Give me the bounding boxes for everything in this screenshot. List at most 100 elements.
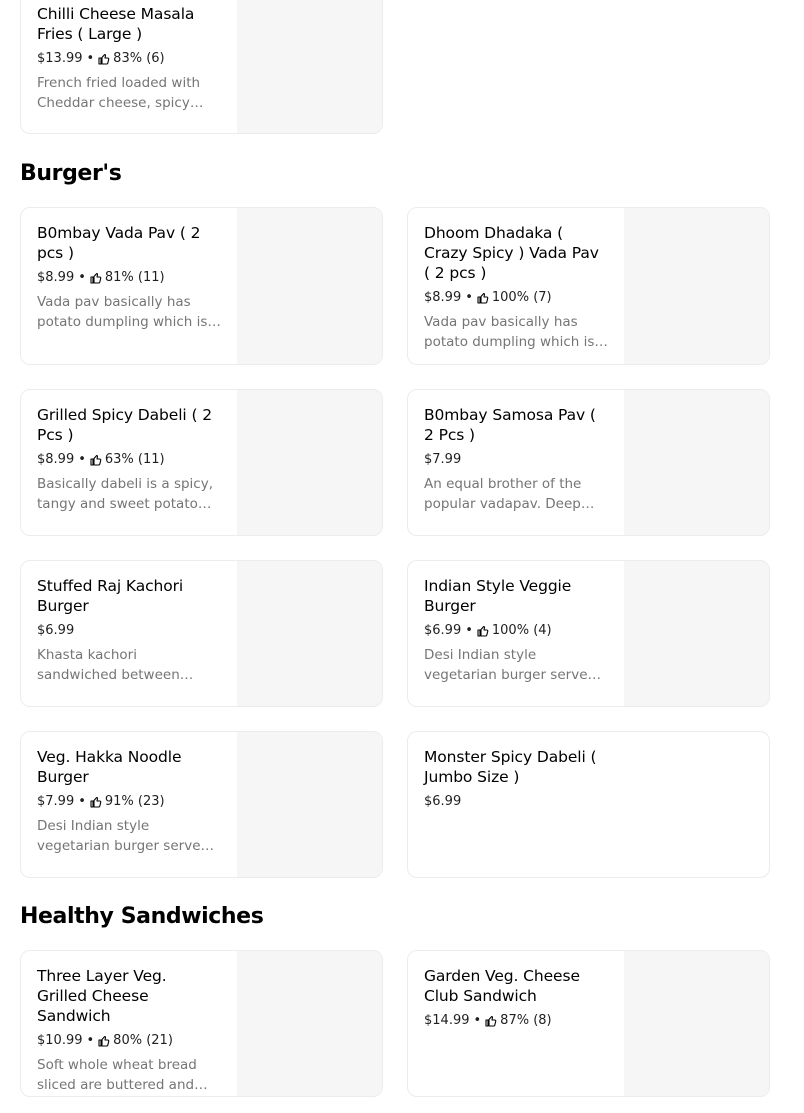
menu-item-price: $10.99 [37,1033,83,1048]
menu-item-name: Grilled Spicy Dabeli ( 2 Pcs ) [37,406,212,444]
menu-item-price: $6.99 [37,623,75,638]
menu-item-price: $7.99 [37,794,75,809]
menu-item-card[interactable]: Indian Style Veggie Burger $6.99 • 100% … [407,560,770,707]
menu-item-meta: $6.99 • 100% (4) [424,621,608,641]
menu-item-price: $6.99 [424,794,462,809]
menu-item-price: $8.99 [424,290,462,305]
menu-item-name: Three Layer Veg. Grilled Cheese Sandwich [37,967,167,1025]
menu-item-name: Chilli Cheese Masala Fries ( Large ) [37,5,195,43]
menu-item-rating: 91% (23) [104,794,165,809]
thumbs-up-icon [90,272,102,284]
menu-item-description: Khasta kachori sandwiched between Burger… [37,647,180,683]
separator-dot: • [78,452,86,467]
menu-item-meta: $8.99 • 100% (7) [424,288,608,308]
menu-item-name: Garden Veg. Cheese Club Sandwich [424,967,580,1005]
menu-item-rating: 100% (4) [491,623,552,638]
menu-item-description: Vada pav basically has potato dumpling w… [37,294,208,330]
thumbs-up-icon [477,625,489,637]
menu-item-meta: $8.99 • 63% (11) [37,450,221,470]
menu-item-meta: $7.99 [424,450,608,470]
thumbs-up-icon [477,292,489,304]
menu-item-description: Basically dabeli is a spicy, tangy and s… [37,476,214,512]
menu-item-card[interactable]: Three Layer Veg. Grilled Cheese Sandwich… [20,950,383,1097]
menu-item-image [624,390,769,535]
menu-item-image [624,951,769,1096]
menu-item-price: $13.99 [37,51,83,66]
menu-item-image [237,951,382,1096]
menu-item-name: Stuffed Raj Kachori Burger [37,577,184,615]
menu-item-info: B0mbay Vada Pav ( 2 pcs ) $8.99 • 81% (1… [37,223,221,332]
menu-item-description: Soft whole wheat bread sliced are butter… [37,1057,197,1093]
menu-item-description: Desi Indian style vegetarian burger serv… [37,818,210,854]
menu-item-info: Grilled Spicy Dabeli ( 2 Pcs ) $8.99 • 6… [37,405,221,514]
menu-item-rating: 63% (11) [104,452,165,467]
separator-dot: • [86,1033,95,1048]
menu-item-description: French fried loaded with Cheddar cheese,… [37,75,201,111]
menu-item-meta: $10.99 • 80% (21) [37,1031,221,1051]
menu-item-meta: $13.99 • 83% (6) [37,49,221,69]
thumbs-up-icon [98,1035,110,1047]
menu-item-info: Stuffed Raj Kachori Burger $6.99 Khasta … [37,576,221,685]
menu-item-card[interactable]: B0mbay Samosa Pav ( 2 Pcs ) $7.99 An equ… [407,389,770,536]
menu-item-rating: 100% (7) [491,290,552,305]
menu-item-description: Desi Indian style vegetarian burger serv… [424,647,597,683]
menu-item-info: Monster Spicy Dabeli ( Jumbo Size ) $6.9… [424,747,608,812]
menu-item-image [237,0,382,133]
menu-item-description: An equal brother of the popular vadapav.… [424,476,582,512]
menu-item-name: Veg. Hakka Noodle Burger [37,748,182,786]
menu-item-name: Indian Style Veggie Burger [424,577,572,615]
menu-item-price: $8.99 [37,270,75,285]
menu-item-card[interactable]: Monster Spicy Dabeli ( Jumbo Size ) $6.9… [407,731,770,878]
menu-item-card[interactable]: Grilled Spicy Dabeli ( 2 Pcs ) $8.99 • 6… [20,389,383,536]
menu-item-price: $14.99 [424,1013,470,1028]
menu-item-image [237,390,382,535]
menu-item-info: Chilli Cheese Masala Fries ( Large ) $13… [37,4,221,113]
menu-item-rating: 80% (21) [113,1033,173,1048]
menu-item-info: Garden Veg. Cheese Club Sandwich $14.99 … [424,966,608,1031]
separator-dot: • [86,51,95,66]
menu-item-card[interactable]: Garden Veg. Cheese Club Sandwich $14.99 … [407,950,770,1097]
menu-item-image [624,208,769,364]
separator-dot: • [473,1013,482,1028]
thumbs-up-icon [90,796,102,808]
menu-item-meta: $6.99 [424,792,608,812]
menu-item-meta: $8.99 • 81% (11) [37,268,221,288]
menu-item-image [624,561,769,706]
menu-item-price: $6.99 [424,623,462,638]
menu-item-image [237,561,382,706]
separator-dot: • [78,794,86,809]
menu-item-card[interactable]: Chilli Cheese Masala Fries ( Large ) $13… [20,0,383,134]
menu-item-name: Monster Spicy Dabeli ( Jumbo Size ) [424,748,597,786]
menu-item-card[interactable]: Stuffed Raj Kachori Burger $6.99 Khasta … [20,560,383,707]
menu-item-rating: 83% (6) [113,51,165,66]
menu-item-info: Veg. Hakka Noodle Burger $7.99 • 91% (23… [37,747,221,856]
menu-item-name: Dhoom Dhadaka ( Crazy Spicy ) Vada Pav (… [424,224,599,282]
menu-item-info: Dhoom Dhadaka ( Crazy Spicy ) Vada Pav (… [424,223,608,352]
menu-item-description: Vada pav basically has potato dumpling w… [424,314,595,350]
menu-item-name: B0mbay Samosa Pav ( 2 Pcs ) [424,406,596,444]
thumbs-up-icon [485,1015,497,1027]
menu-item-card[interactable]: B0mbay Vada Pav ( 2 pcs ) $8.99 • 81% (1… [20,207,383,365]
separator-dot: • [78,270,86,285]
thumbs-up-icon [98,53,110,65]
menu-item-name: B0mbay Vada Pav ( 2 pcs ) [37,224,201,262]
menu-item-price: $8.99 [37,452,75,467]
menu-item-card[interactable]: Veg. Hakka Noodle Burger $7.99 • 91% (23… [20,731,383,878]
menu-item-meta: $6.99 [37,621,221,641]
menu-item-image [237,732,382,877]
menu-item-image [237,208,382,364]
menu-item-card[interactable]: Dhoom Dhadaka ( Crazy Spicy ) Vada Pav (… [407,207,770,365]
menu-item-info: Three Layer Veg. Grilled Cheese Sandwich… [37,966,221,1095]
thumbs-up-icon [90,454,102,466]
menu-item-meta: $7.99 • 91% (23) [37,792,221,812]
menu-item-rating: 87% (8) [500,1013,552,1028]
section-title-healthy-sandwiches: Healthy Sandwiches [20,904,264,929]
menu-item-info: Indian Style Veggie Burger $6.99 • 100% … [424,576,608,685]
section-title-burgers: Burger's [20,161,122,186]
separator-dot: • [465,290,473,305]
menu-item-price: $7.99 [424,452,462,467]
menu-page: Chilli Cheese Masala Fries ( Large ) $13… [0,0,804,1113]
menu-item-rating: 81% (11) [104,270,165,285]
separator-dot: • [465,623,473,638]
menu-item-info: B0mbay Samosa Pav ( 2 Pcs ) $7.99 An equ… [424,405,608,514]
